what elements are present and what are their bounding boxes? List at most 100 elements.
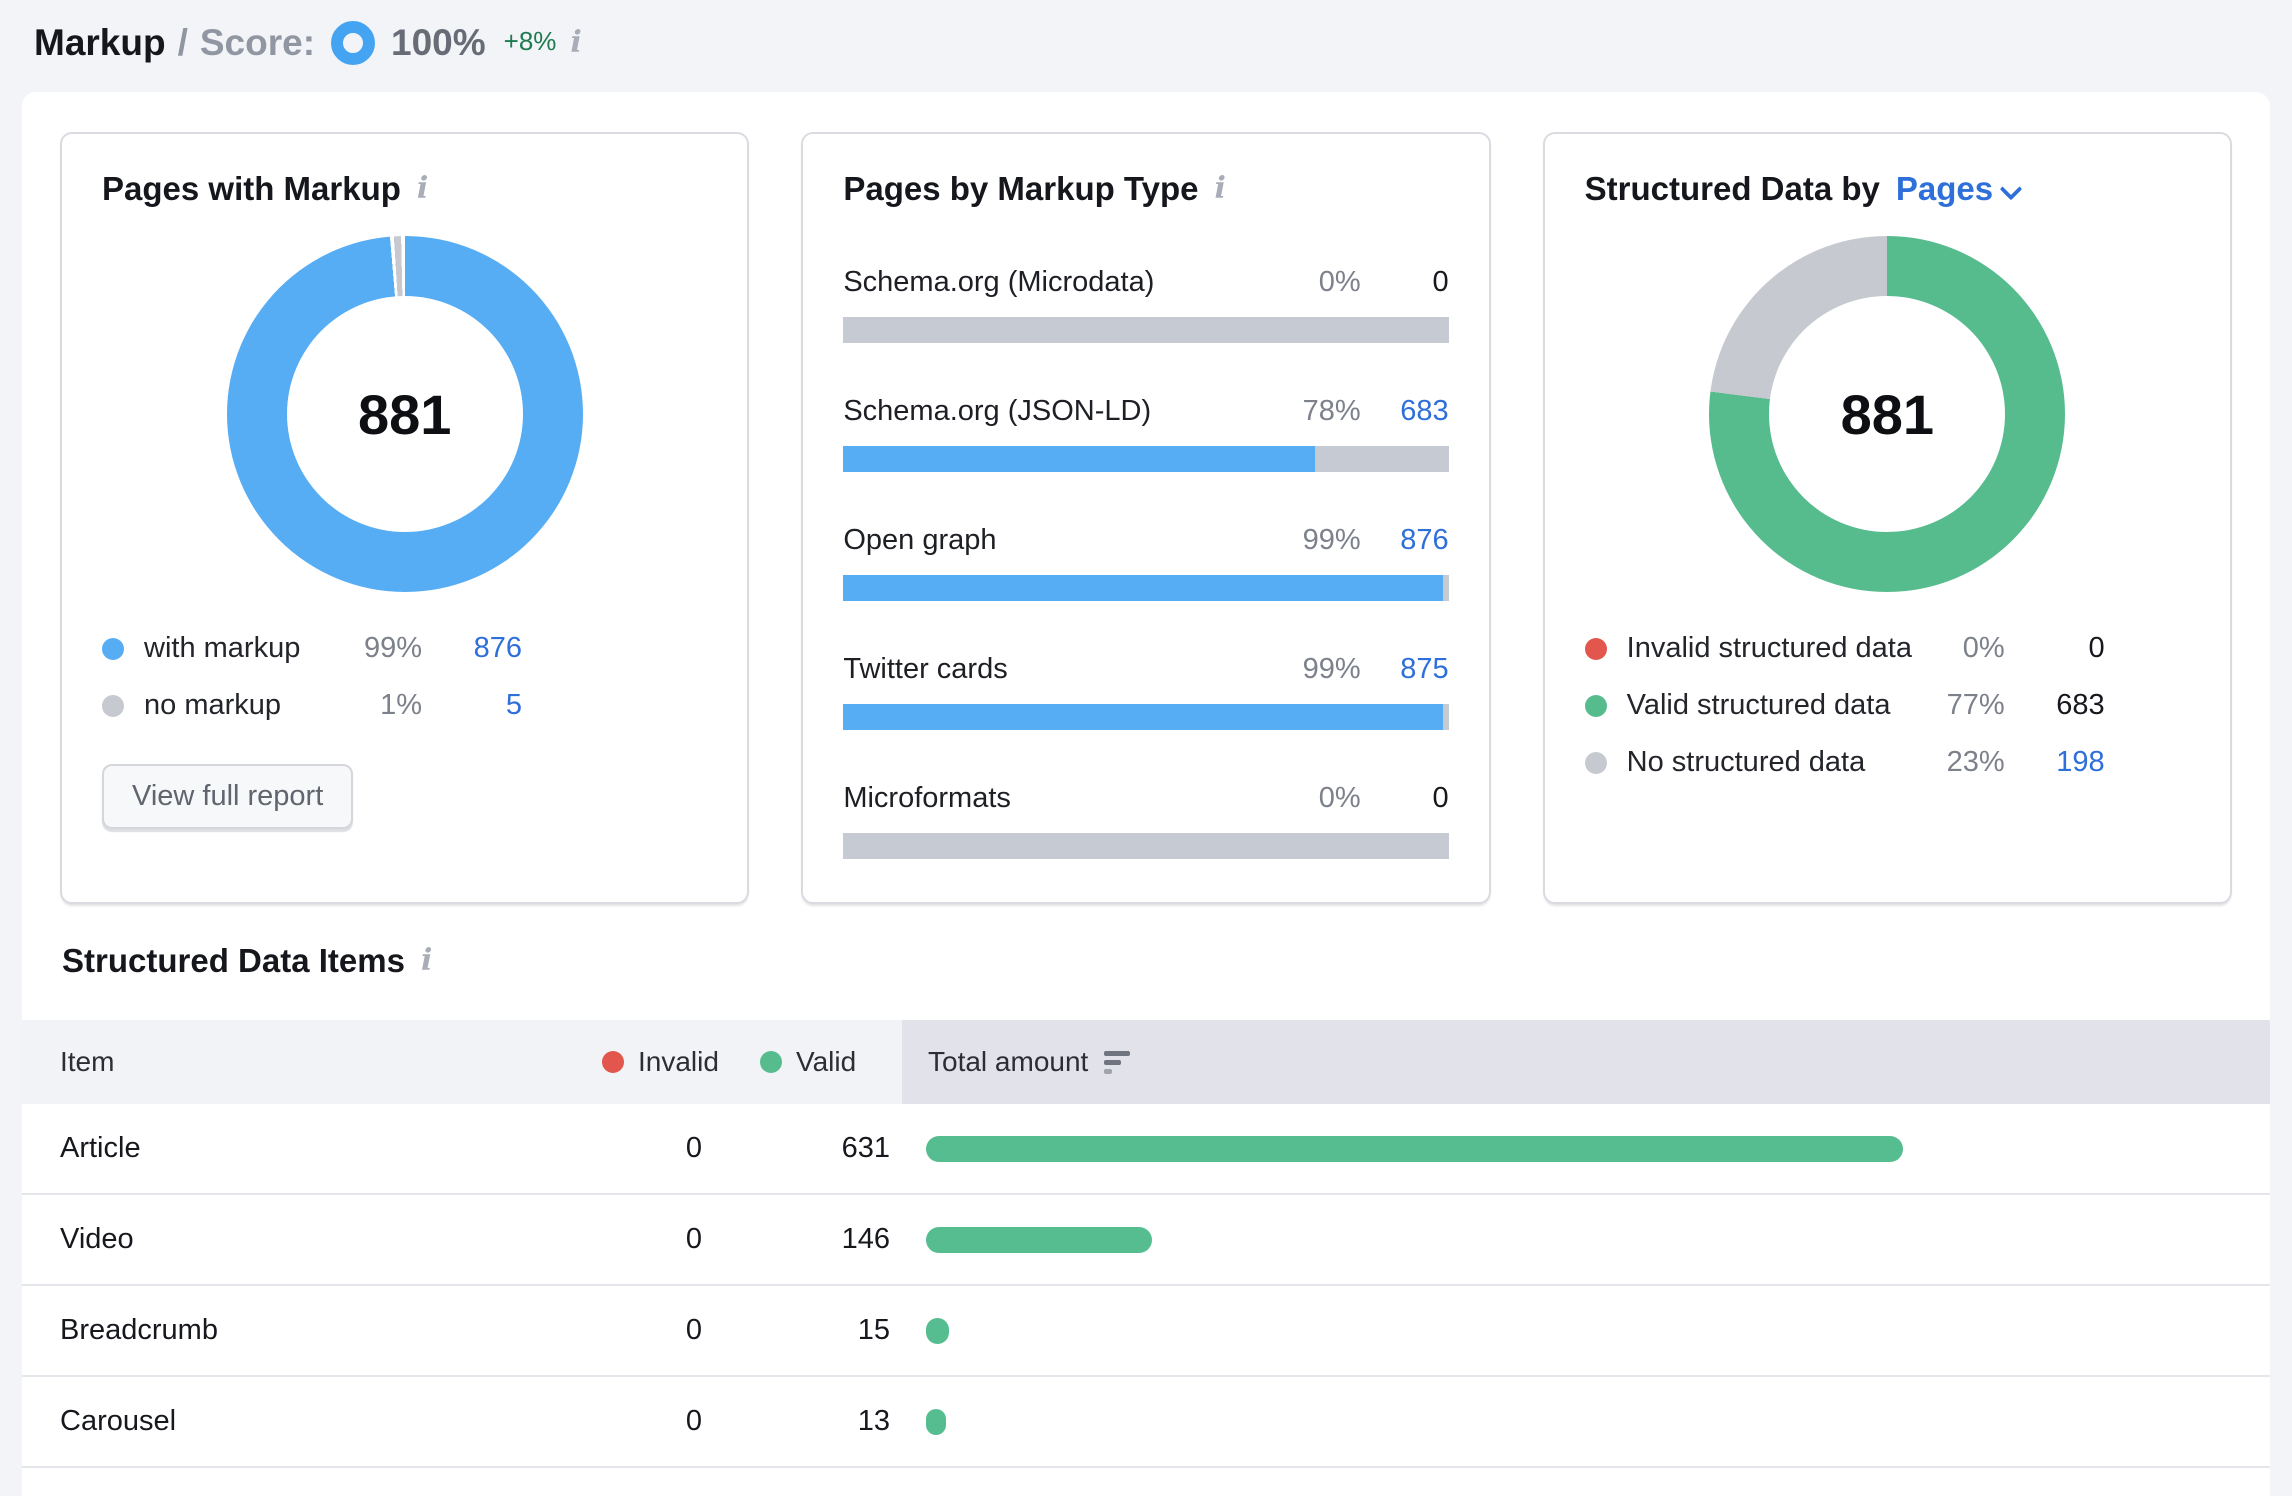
total-amount-bar (926, 1409, 946, 1435)
report-panel: Pages with Markup i 881 with markup 99% … (22, 92, 2270, 1496)
legend-dot-icon (102, 695, 124, 717)
sort-descending-icon[interactable] (1104, 1051, 1130, 1074)
markup-type-label: Schema.org (Microdata) (843, 266, 1280, 299)
legend-percent: 77% (1915, 689, 2005, 722)
total-amount-bar (926, 1318, 949, 1344)
table-row[interactable]: Video 0 146 (22, 1195, 2270, 1286)
chevron-down-icon (2000, 178, 2023, 201)
item-name: Carousel (22, 1405, 562, 1438)
progress-fill (843, 446, 1315, 472)
item-name: Article (22, 1132, 562, 1165)
valid-dot-icon (760, 1051, 782, 1073)
legend-label: with markup (128, 632, 332, 665)
markup-type-count-link[interactable]: 876 (1379, 524, 1449, 557)
column-header-valid: Valid (722, 1046, 902, 1078)
legend-count[interactable]: 0 (2005, 632, 2105, 665)
column-header-valid-label: Valid (796, 1046, 856, 1078)
item-name: Breadcrumb (22, 1314, 562, 1347)
legend-count-link[interactable]: 876 (422, 632, 522, 665)
page-title: Markup (34, 22, 166, 64)
markup-type-label: Schema.org (JSON-LD) (843, 395, 1280, 428)
legend-label: Invalid structured data (1611, 632, 1915, 665)
legend-count[interactable]: 198 (2005, 746, 2105, 779)
structured-data-legend: Invalid structured data 0% 0 Valid struc… (1585, 632, 2190, 779)
legend-dot-icon (1585, 638, 1607, 660)
progress-track (843, 704, 1448, 730)
column-header-item: Item (22, 1046, 562, 1078)
valid-count: 13 (722, 1405, 902, 1438)
pages-dropdown-value: Pages (1896, 170, 1993, 207)
info-icon[interactable]: i (570, 28, 581, 58)
legend-count[interactable]: 683 (2005, 689, 2105, 722)
table-row[interactable]: Carousel 0 13 (22, 1377, 2270, 1468)
item-name: Video (22, 1223, 562, 1256)
card-title: Pages by Markup Type (843, 170, 1198, 208)
markup-type-row: Open graph 99% 876 (843, 524, 1448, 601)
legend-dot-icon (1585, 695, 1607, 717)
markup-type-rows: Schema.org (Microdata) 0% 0 Schema.org (… (843, 266, 1448, 859)
legend-item: with markup 99% 876 (102, 632, 522, 665)
column-header-invalid: Invalid (562, 1046, 722, 1078)
total-amount-cell (902, 1136, 2270, 1162)
markup-type-label: Microformats (843, 782, 1280, 815)
card-pages-by-markup-type: Pages by Markup Type i Schema.org (Micro… (801, 132, 1490, 904)
score-label: Score: (200, 22, 315, 64)
markup-type-count-link[interactable]: 683 (1379, 395, 1449, 428)
info-icon[interactable]: i (417, 174, 428, 204)
invalid-count: 0 (562, 1223, 722, 1256)
invalid-count: 0 (562, 1314, 722, 1347)
section-title: Structured Data Items (62, 942, 405, 980)
progress-fill (843, 704, 1442, 730)
card-pages-with-markup: Pages with Markup i 881 with markup 99% … (60, 132, 749, 904)
markup-type-row: Schema.org (JSON-LD) 78% 683 (843, 395, 1448, 472)
card-title: Pages with Markup (102, 170, 401, 208)
legend-dot-icon (1585, 752, 1607, 774)
pages-with-markup-legend: with markup 99% 876 no markup 1% 5 (102, 632, 707, 722)
card-title: Structured Data by (1585, 170, 1880, 208)
markup-type-percent: 99% (1281, 524, 1361, 557)
info-icon[interactable]: i (421, 946, 432, 976)
markup-type-count-link[interactable]: 0 (1379, 266, 1449, 299)
progress-track (843, 317, 1448, 343)
legend-dot-icon (102, 638, 124, 660)
legend-item: Valid structured data 77% 683 (1585, 689, 2105, 722)
markup-type-percent: 0% (1281, 782, 1361, 815)
page-header: Markup / Score: 100% +8% i (0, 0, 2292, 92)
markup-type-label: Twitter cards (843, 653, 1280, 686)
legend-label: No structured data (1611, 746, 1915, 779)
markup-type-label: Open graph (843, 524, 1280, 557)
legend-item: Invalid structured data 0% 0 (1585, 632, 2105, 665)
total-amount-bar (926, 1227, 1152, 1253)
legend-item: no markup 1% 5 (102, 689, 522, 722)
valid-count: 631 (722, 1132, 902, 1165)
markup-type-row: Twitter cards 99% 875 (843, 653, 1448, 730)
progress-track (843, 446, 1448, 472)
column-header-total-label: Total amount (928, 1046, 1088, 1078)
view-full-report-button[interactable]: View full report (102, 764, 353, 829)
markup-type-count-link[interactable]: 0 (1379, 782, 1449, 815)
info-icon[interactable]: i (1215, 174, 1226, 204)
score-value: 100% (391, 22, 486, 64)
column-header-invalid-label: Invalid (638, 1046, 719, 1078)
markup-type-count-link[interactable]: 875 (1379, 653, 1449, 686)
score-ring-icon (331, 21, 375, 65)
legend-label: Valid structured data (1611, 689, 1915, 722)
legend-percent: 1% (332, 689, 422, 722)
legend-percent: 23% (1915, 746, 2005, 779)
legend-percent: 99% (332, 632, 422, 665)
progress-track (843, 575, 1448, 601)
total-amount-cell (902, 1409, 2270, 1435)
total-amount-cell (902, 1227, 2270, 1253)
valid-count: 146 (722, 1223, 902, 1256)
pages-dropdown[interactable]: Pages (1896, 170, 2019, 208)
column-header-total-amount[interactable]: Total amount (902, 1020, 2270, 1104)
table-row[interactable]: Breadcrumb 0 15 (22, 1286, 2270, 1377)
table-body: Article 0 631 Video 0 146 (22, 1104, 2270, 1468)
table-row[interactable]: Article 0 631 (22, 1104, 2270, 1195)
score-delta: +8% (504, 26, 557, 57)
pages-with-markup-donut-chart: 881 (227, 236, 583, 592)
structured-data-donut-chart: 881 (1709, 236, 2065, 592)
legend-count-link[interactable]: 5 (422, 689, 522, 722)
title-separator: / (178, 22, 188, 64)
table-header-row: Item Invalid Valid Total amount (22, 1020, 2270, 1104)
